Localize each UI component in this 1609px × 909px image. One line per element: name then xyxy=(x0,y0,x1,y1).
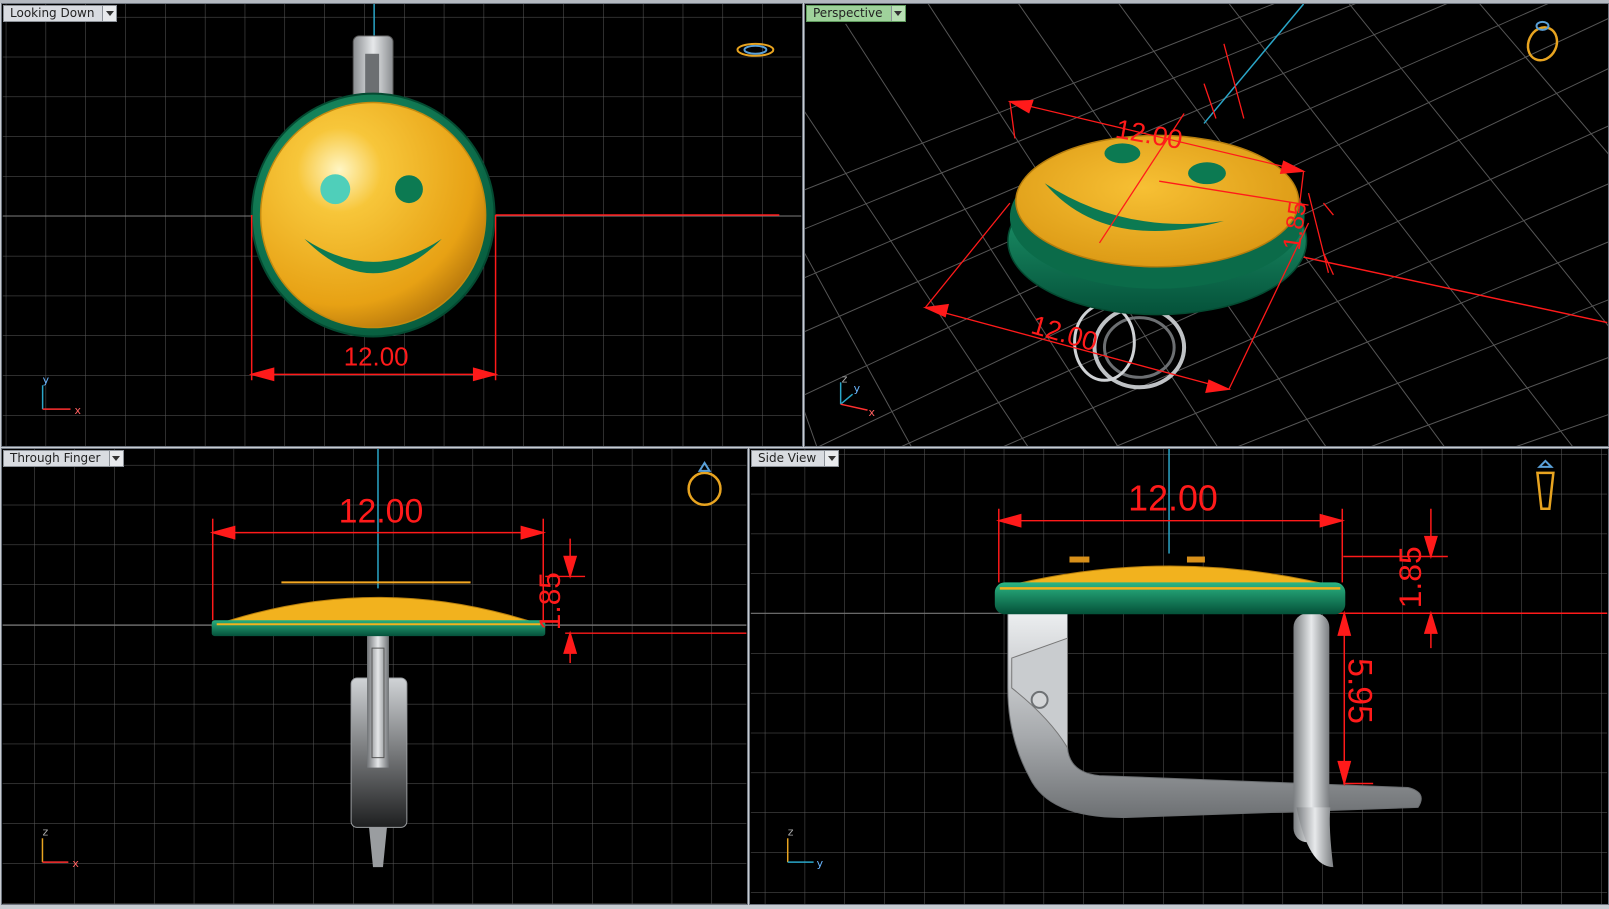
side-view-width-dimension: 12.00 xyxy=(1128,479,1218,519)
side-view-height-dimension: 1.85 xyxy=(1392,546,1428,608)
perspective-scene: 12.00 12.00 1.85 z y x xyxy=(805,4,1608,446)
through-finger-height-dimension: 1.85 xyxy=(534,572,567,630)
svg-text:z: z xyxy=(788,825,794,838)
looking-down-scene: 12.00 y x xyxy=(2,4,802,446)
viewport-tab-side-view[interactable]: Side View xyxy=(751,450,840,467)
svg-text:z: z xyxy=(42,825,48,838)
viewport-menu-chevron-icon[interactable] xyxy=(102,6,117,21)
through-finger-width-dimension: 12.00 xyxy=(339,493,424,531)
svg-text:z: z xyxy=(842,372,848,385)
side-view-scene: 12.00 1.85 5.95 z y xyxy=(750,449,1608,904)
svg-text:x: x xyxy=(74,404,81,417)
viewport-tab-looking-down[interactable]: Looking Down xyxy=(3,5,118,22)
viewport-tab-label: Through Finger xyxy=(10,451,101,465)
viewport-looking-down[interactable]: 12.00 y x Looking Down xyxy=(1,3,803,447)
svg-text:x: x xyxy=(869,406,876,419)
side-view-gap-dimension: 5.95 xyxy=(1340,658,1378,724)
viewport-perspective[interactable]: 12.00 12.00 1.85 z y x Perspective xyxy=(804,3,1609,447)
viewport-tab-label: Looking Down xyxy=(10,6,95,20)
viewport-side-view[interactable]: 12.00 1.85 5.95 z y Side View xyxy=(749,448,1609,905)
viewport-tab-label: Side View xyxy=(758,451,817,465)
viewport-tab-through-finger[interactable]: Through Finger xyxy=(3,450,124,467)
viewport-through-finger[interactable]: 12.00 1.85 z x Through Finger xyxy=(1,448,748,905)
svg-text:x: x xyxy=(72,857,79,870)
svg-text:y: y xyxy=(854,382,861,395)
viewport-tab-label: Perspective xyxy=(813,6,883,20)
viewport-menu-chevron-icon[interactable] xyxy=(108,451,123,466)
svg-text:y: y xyxy=(817,857,824,870)
svg-text:y: y xyxy=(43,373,50,386)
viewport-menu-chevron-icon[interactable] xyxy=(824,451,839,466)
viewport-tab-perspective[interactable]: Perspective xyxy=(806,5,906,22)
looking-down-dimension: 12.00 xyxy=(344,343,409,371)
viewport-menu-chevron-icon[interactable] xyxy=(890,6,905,21)
through-finger-scene: 12.00 1.85 z x xyxy=(2,449,747,904)
